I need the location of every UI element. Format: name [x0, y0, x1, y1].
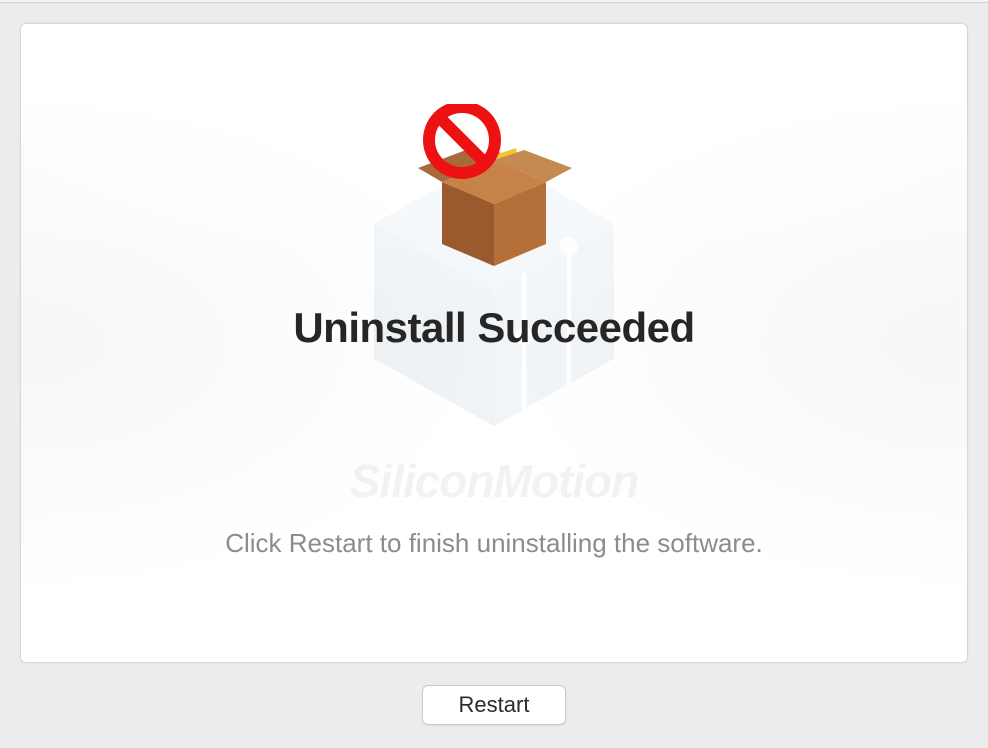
watermark-brand-text: SiliconMotion [344, 454, 644, 508]
uninstall-box-icon [404, 104, 584, 284]
instruction-text: Click Restart to finish uninstalling the… [225, 528, 763, 559]
button-row: Restart [422, 685, 567, 725]
uninstall-heading: Uninstall Succeeded [293, 304, 694, 352]
restart-button[interactable]: Restart [422, 685, 567, 725]
content-panel: SiliconMotion [20, 23, 968, 663]
window-body: SiliconMotion [0, 3, 988, 748]
